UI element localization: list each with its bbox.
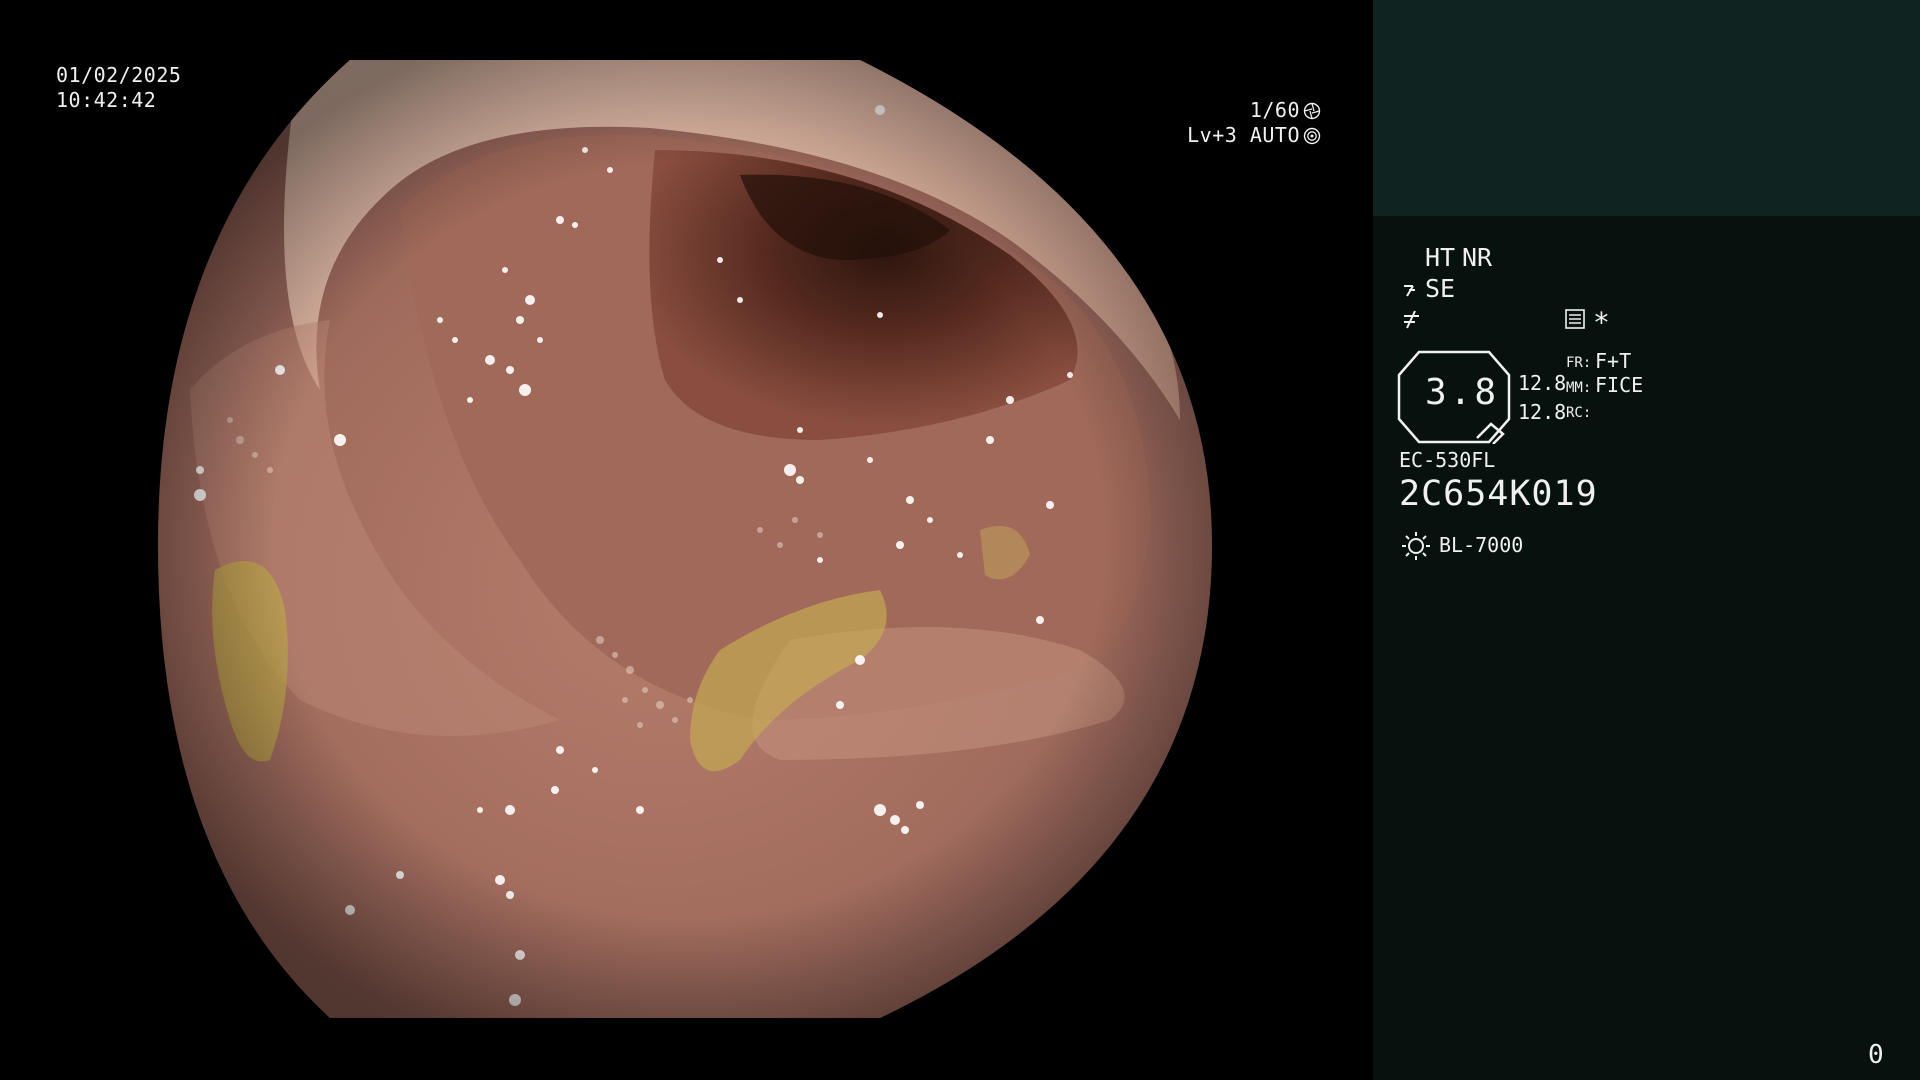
endoscopic-image: [158, 60, 1212, 1018]
value-2: 12.8: [1518, 400, 1567, 424]
menu-icon: [1565, 309, 1585, 329]
fr-label: FR:: [1566, 355, 1592, 371]
light-source-model: BL-7000: [1439, 533, 1524, 557]
star-indicator: *: [1593, 306, 1610, 339]
time-text: 10:42:42: [56, 88, 157, 112]
exposure-readout: 1/60 Lv+3 AUTO: [1187, 98, 1321, 148]
mm-label: MM:: [1566, 380, 1592, 396]
scope-model: EC-530FL: [1399, 448, 1496, 472]
info-side-panel: HT NR SE * 3.8 12.8 12.8 FR: F+T MM: FIC…: [1373, 0, 1920, 1080]
nr-mode-indicator: NR: [1462, 243, 1493, 272]
zoom-value: 3.8: [1425, 372, 1500, 413]
se-mode-indicator: SE: [1425, 274, 1456, 303]
light-source-icon: [1402, 532, 1430, 560]
image-counter: 0: [1868, 1040, 1884, 1070]
shutter-speed-text: 1/60: [1249, 98, 1300, 122]
date-text: 01/02/2025: [56, 63, 182, 87]
value-1: 12.8: [1518, 371, 1567, 395]
panel-header-area: [1373, 0, 1920, 216]
endoscope-video-area: 01/02/2025 10:42:42 1/60 Lv+3 AUTO: [0, 0, 1373, 1080]
fr-value: F+T: [1595, 349, 1632, 373]
rc-label: RC:: [1566, 405, 1592, 421]
date-time-readout: 01/02/2025 10:42:42: [56, 63, 181, 113]
mm-value: FICE: [1595, 373, 1644, 397]
f-mode-icon: [1404, 310, 1419, 329]
iris-icon: [1303, 127, 1321, 144]
ht-mode-indicator: HT: [1425, 243, 1456, 272]
shutter-icon: [1303, 102, 1321, 119]
exposure-level-text: Lv+3 AUTO: [1187, 123, 1300, 147]
structure-enhancement-icon: [1404, 285, 1415, 297]
scope-serial: 2C654K019: [1399, 474, 1598, 514]
